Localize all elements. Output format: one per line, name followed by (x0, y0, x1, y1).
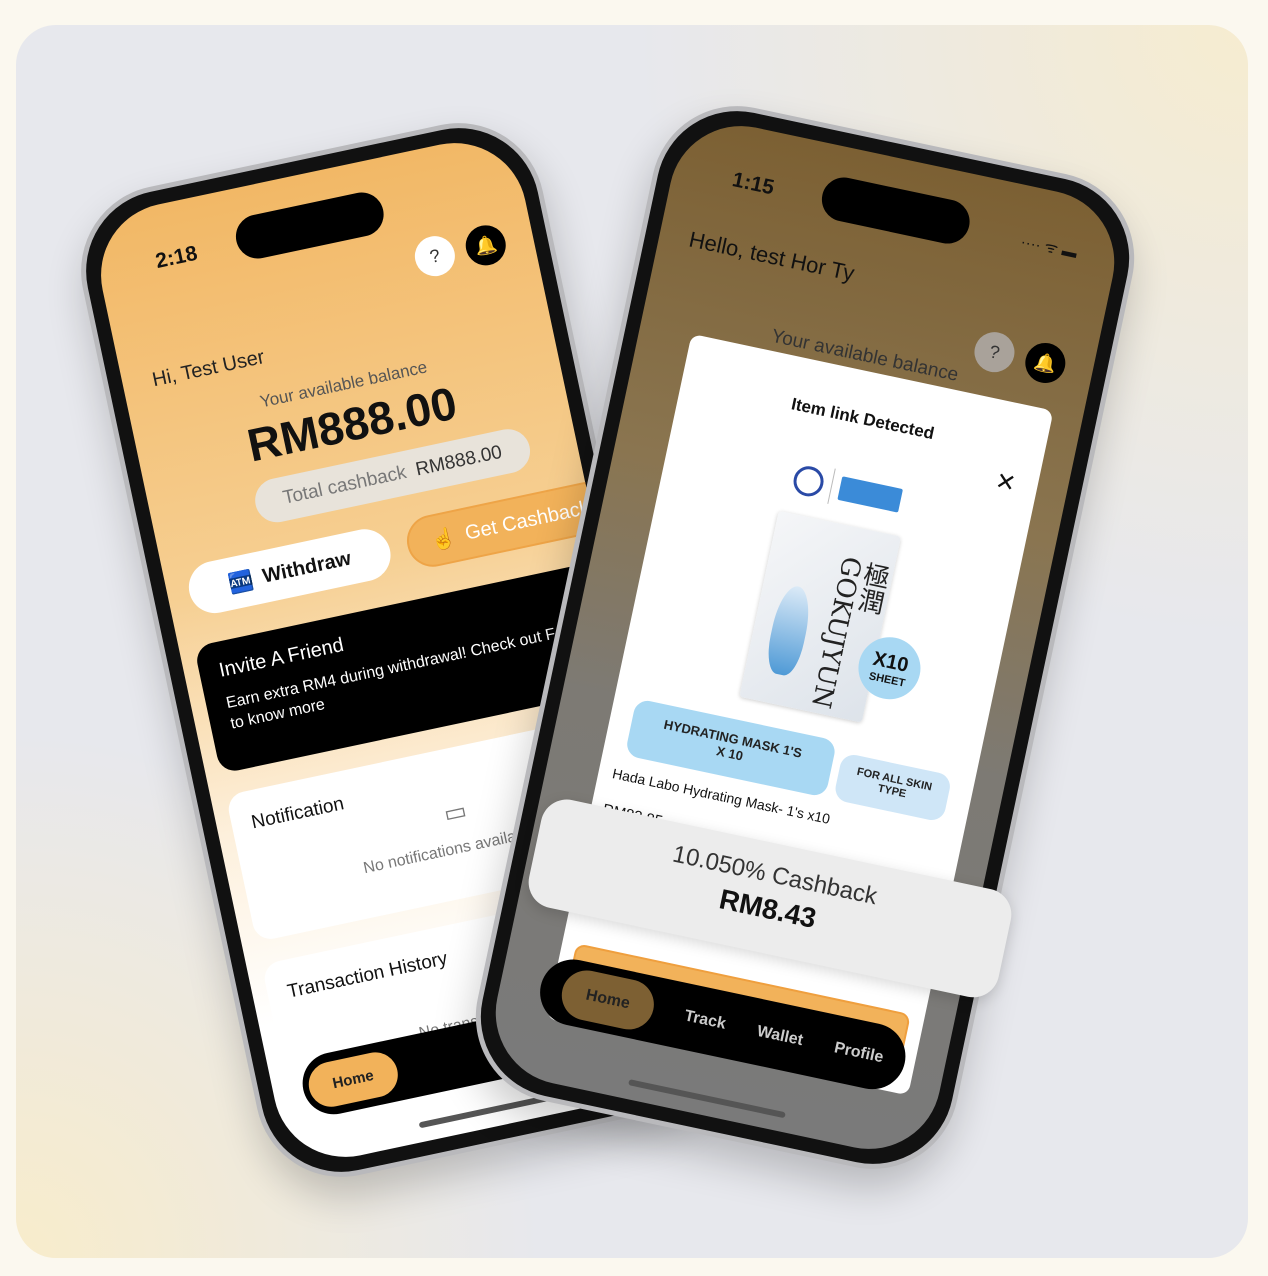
status-icons: ···· ᯤ ▬ (1019, 233, 1079, 262)
home-indicator (628, 1079, 786, 1119)
help-icon[interactable]: ? (411, 232, 459, 280)
brand-logo (789, 457, 916, 525)
get-cashback-label: Get Cashback (462, 496, 592, 545)
nav-home[interactable]: Home (557, 965, 659, 1034)
status-time: 1:15 (730, 168, 777, 200)
atm-icon: 🏧 (226, 568, 256, 596)
withdraw-button[interactable]: 🏧 Withdraw (184, 524, 396, 618)
nav-track[interactable]: Track (683, 1007, 727, 1033)
nav-profile[interactable]: Profile (832, 1039, 885, 1067)
tag-skin-type: FOR ALL SKIN TYPE (832, 752, 953, 823)
greeting: Hello, test Hor Ty (686, 226, 857, 286)
status-time: 2:18 (153, 241, 200, 274)
dynamic-island (817, 173, 974, 248)
total-cashback-value: RM888.00 (413, 441, 504, 481)
nav-wallet[interactable]: Wallet (755, 1023, 804, 1050)
dynamic-island (231, 188, 388, 263)
bell-icon[interactable]: 🔔 (462, 221, 510, 270)
nav-home[interactable]: Home (304, 1047, 402, 1111)
greeting: Hi, Test User (150, 346, 267, 392)
total-cashback-label: Total cashback (281, 462, 409, 509)
close-icon[interactable]: ✕ (993, 467, 1019, 500)
empty-notification-icon: ▭ (441, 796, 470, 829)
withdraw-label: Withdraw (260, 546, 353, 588)
tap-coin-icon: ☝ (429, 525, 458, 553)
